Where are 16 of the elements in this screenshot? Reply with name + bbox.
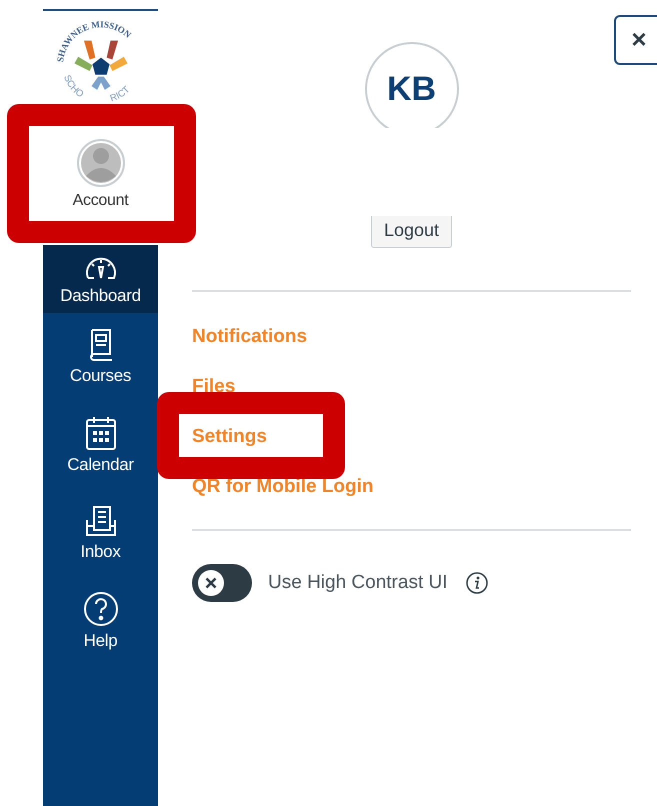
toggle-label: Use High Contrast UI [268,572,448,594]
toggle-switch[interactable] [192,564,252,602]
nav-item[interactable]: Calendar [43,401,158,489]
close-button[interactable]: × [614,15,657,65]
nav-item[interactable]: Courses [43,313,158,401]
help-icon [82,591,118,627]
info-icon[interactable] [466,572,488,594]
inbox-icon [84,504,118,538]
nav-item[interactable]: Inbox [43,489,158,577]
user-avatar: KB [364,42,458,128]
nav-item[interactable]: Help [43,577,158,665]
avatar-icon [76,138,126,188]
logout-button[interactable]: Logout [370,216,452,248]
close-icon [196,568,226,598]
calendar-icon [84,415,118,451]
nav-item[interactable]: Dashboard [43,245,158,313]
